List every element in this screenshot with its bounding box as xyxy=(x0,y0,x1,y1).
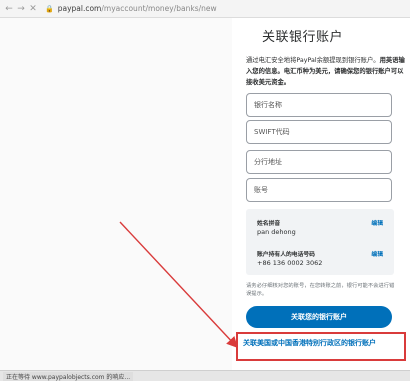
status-bar: 正在等待 www.paypalobjects.com 的响应... xyxy=(0,370,410,381)
status-text: 正在等待 www.paypalobjects.com 的响应... xyxy=(3,372,134,381)
annotation-arrow-icon xyxy=(119,221,238,349)
